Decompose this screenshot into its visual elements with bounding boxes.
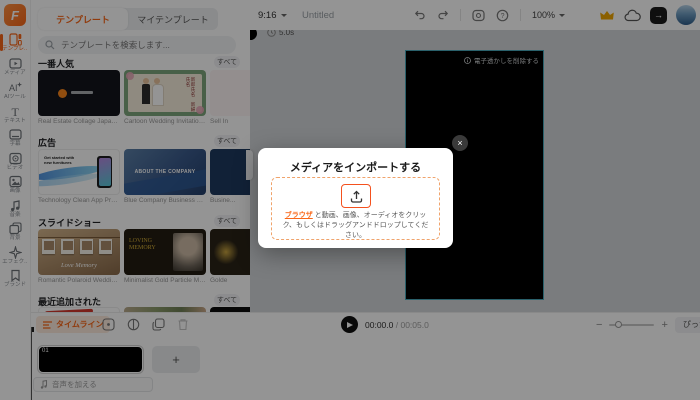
media-dropzone[interactable]: ブラウザ と動画、画像、オーディオをクリック、もしくはドラッグアンドドロップして… bbox=[271, 177, 440, 240]
close-icon: × bbox=[457, 138, 463, 148]
upload-icon bbox=[350, 190, 363, 203]
browse-link[interactable]: ブラウザ bbox=[285, 212, 313, 219]
video-editor-app: F テンプレ.. メディア AI AIツール T テキスト 字幕 ビデオ 画像 bbox=[0, 0, 700, 400]
modal-title: メディアをインポートする bbox=[289, 162, 422, 174]
dropzone-instructions: ブラウザ と動画、画像、オーディオをクリック、もしくはドラッグアンドドロップして… bbox=[282, 212, 429, 240]
modal-close-button[interactable]: × bbox=[452, 135, 468, 151]
import-media-modal: メディアをインポートする ブラウザ と動画、画像、オーディオをクリック、もしくは… bbox=[258, 148, 453, 248]
upload-button[interactable] bbox=[341, 184, 371, 208]
